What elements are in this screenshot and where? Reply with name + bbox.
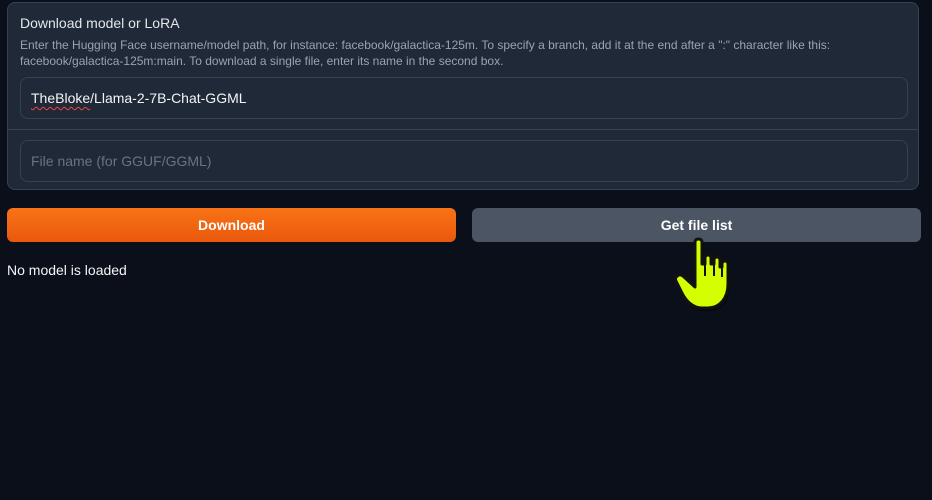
file-name-input[interactable]: File name (for GGUF/GGML) [20,140,908,182]
info-line-2: facebook/galactica-125m:main. To downloa… [20,54,504,68]
panel-divider [8,129,918,130]
info-line-1: Enter the Hugging Face username/model pa… [20,38,831,52]
panel-info: Enter the Hugging Face username/model pa… [20,37,900,69]
download-button[interactable]: Download [7,208,456,242]
model-input-model-name: /Llama-2-7B-Chat-GGML [90,90,247,106]
model-input-username: TheBloke [31,90,91,106]
hand-pointer-icon [674,237,730,311]
panel-title: Download model or LoRA [20,15,180,31]
download-model-panel: Download model or LoRA Enter the Hugging… [7,2,919,190]
model-path-input[interactable]: TheBloke/Llama-2-7B-Chat-GGML [20,77,908,119]
status-text: No model is loaded [7,262,127,278]
